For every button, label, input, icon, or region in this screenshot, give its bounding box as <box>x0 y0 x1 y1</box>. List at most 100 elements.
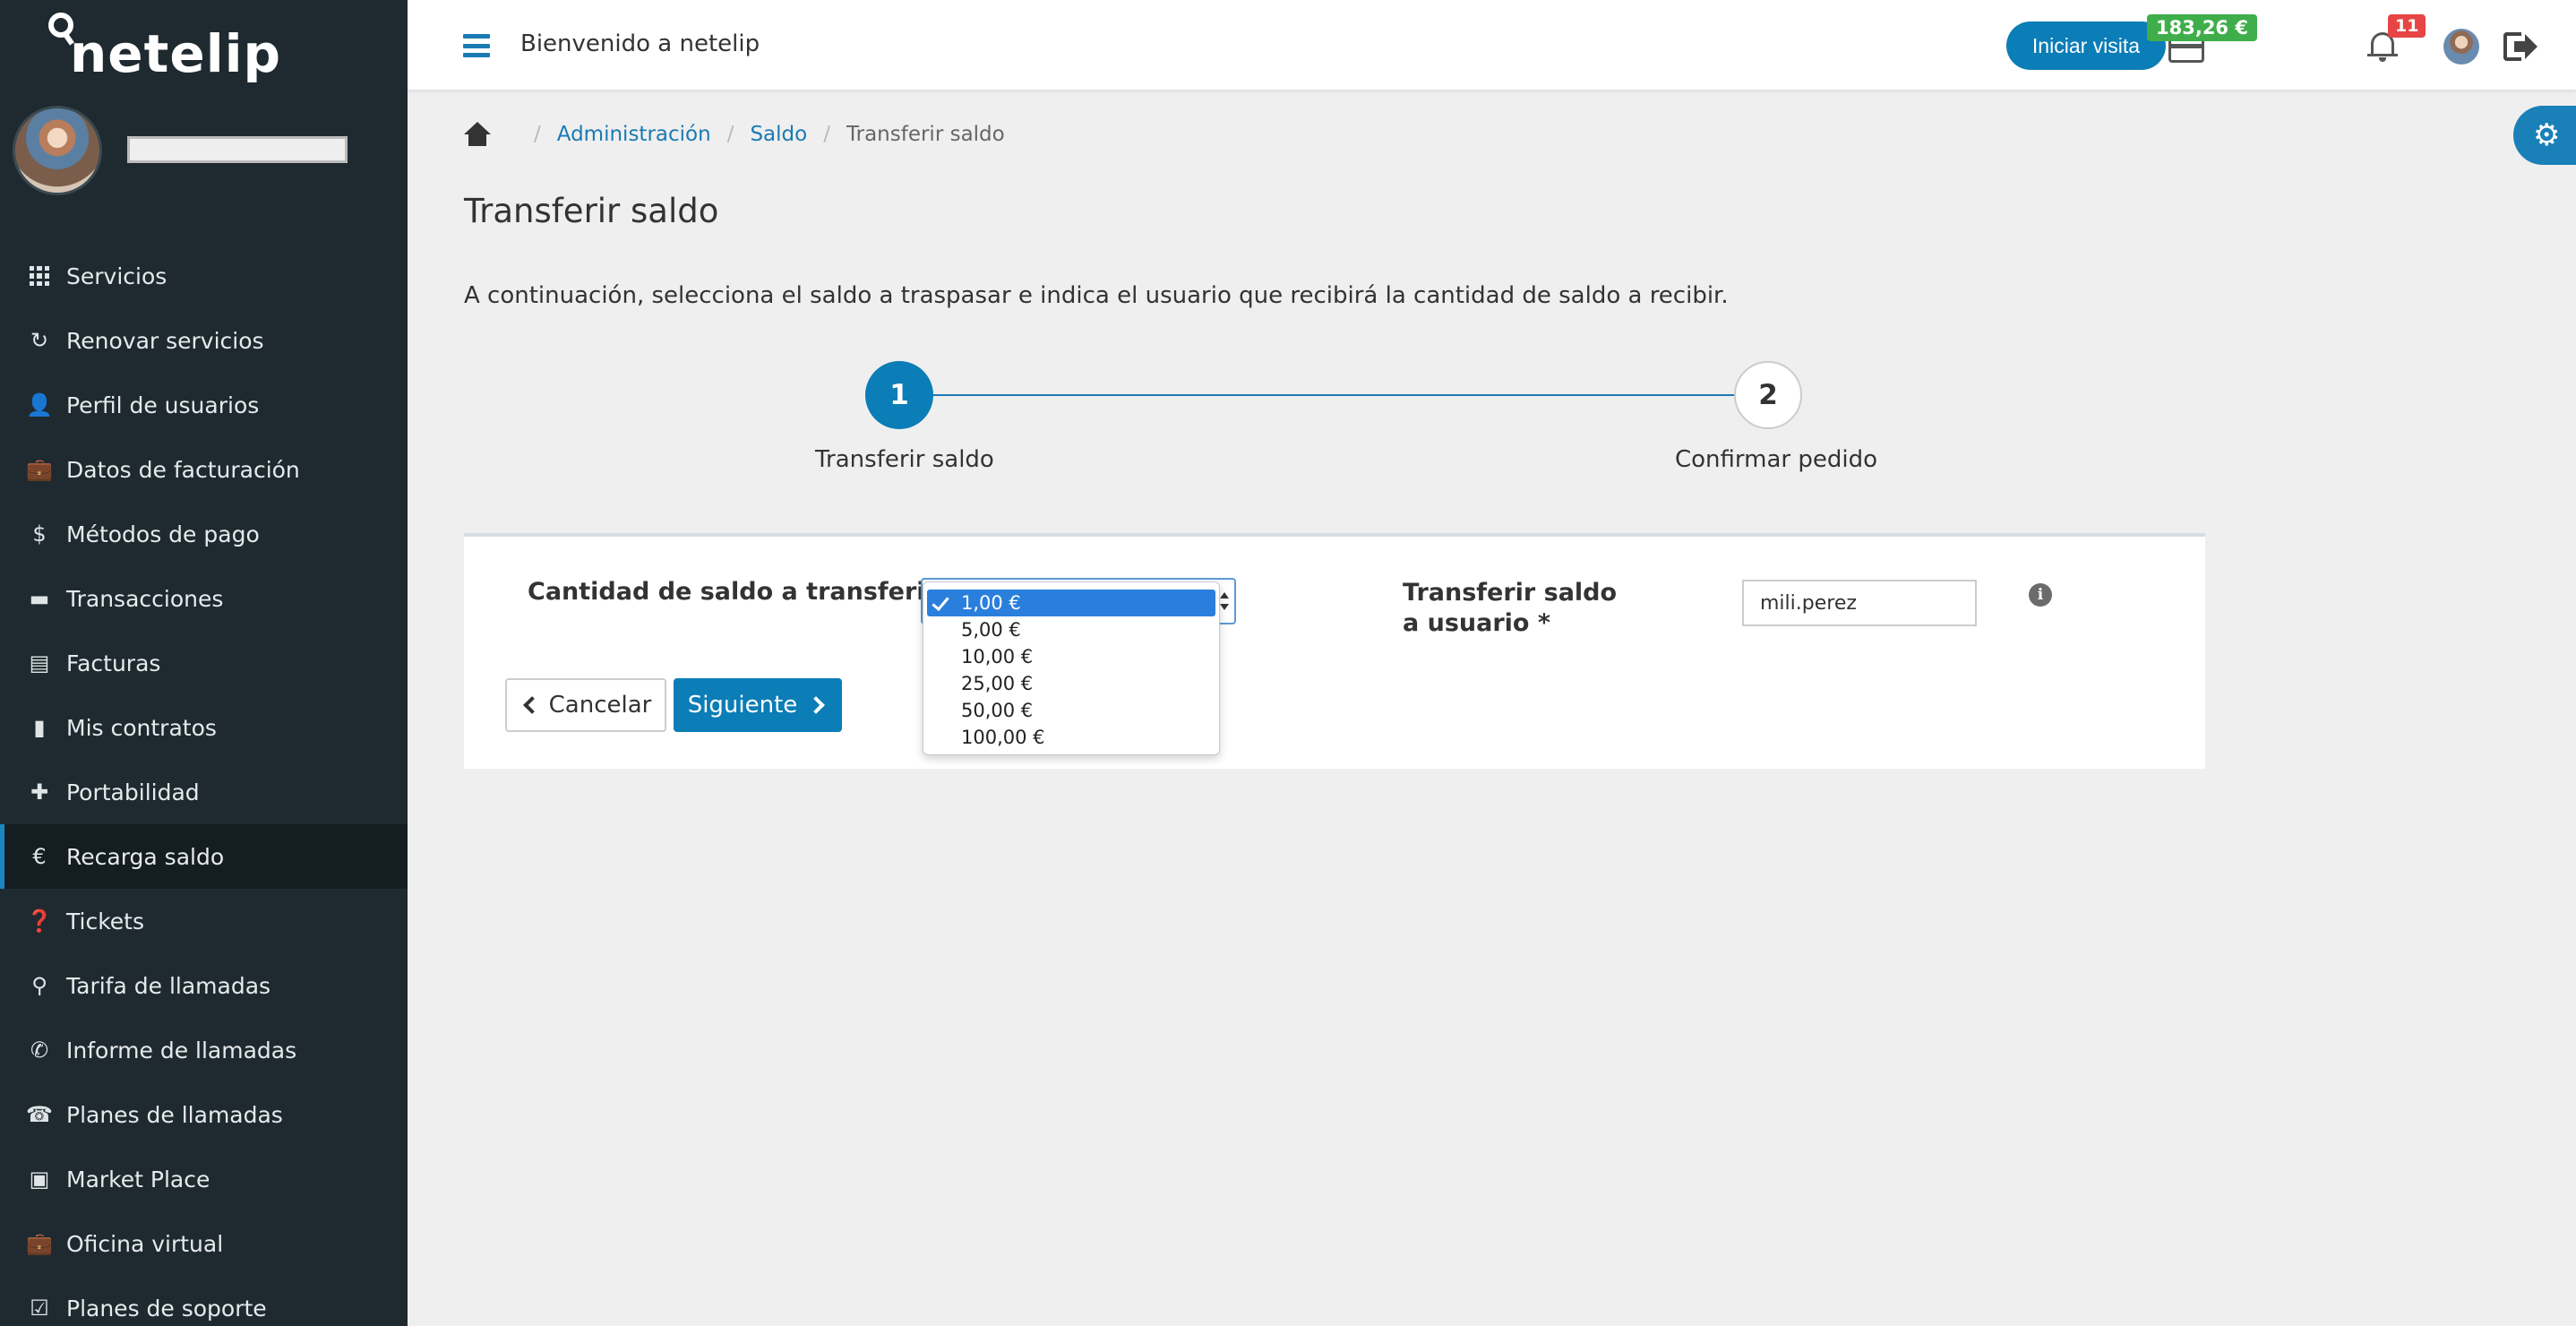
checkmark-icon <box>932 592 949 612</box>
profile-avatar[interactable] <box>2443 29 2479 65</box>
sidebar-item-planes-soporte[interactable]: ☑ Planes de soporte <box>0 1276 408 1326</box>
welcome-text: Bienvenido a netelip <box>520 30 760 57</box>
sidebar-item-datos-facturacion[interactable]: 💼 Datos de facturación <box>0 437 408 502</box>
sidebar: netelip Servicios ↻ Renovar servicios 👤 … <box>0 0 408 1326</box>
step-2-label: Confirmar pedido <box>1675 446 1878 473</box>
breadcrumb-current: Transferir saldo <box>846 123 1005 146</box>
notification-count-badge[interactable]: 11 <box>2388 14 2426 38</box>
dollar-icon: $ <box>32 521 47 547</box>
sidebar-item-label: Oficina virtual <box>66 1230 224 1257</box>
sidebar-item-servicios[interactable]: Servicios <box>0 244 408 308</box>
required-mark: * <box>1537 609 1551 637</box>
sidebar-item-oficina-virtual[interactable]: 💼 Oficina virtual <box>0 1211 408 1276</box>
sidebar-item-informe-llamadas[interactable]: ✆ Informe de llamadas <box>0 1018 408 1082</box>
desk-phone-icon: ☎ <box>26 1102 53 1127</box>
sidebar-item-tarifa-llamadas[interactable]: ⚲ Tarifa de llamadas <box>0 953 408 1018</box>
home-icon[interactable] <box>464 122 491 147</box>
username-redacted <box>127 136 348 163</box>
logout-icon[interactable] <box>2503 32 2537 61</box>
start-tour-button[interactable]: Iniciar visita <box>2006 22 2166 70</box>
sidebar-item-label: Planes de soporte <box>66 1295 267 1322</box>
sidebar-item-label: Perfil de usuarios <box>66 392 260 418</box>
intro-text: A continuación, selecciona el saldo a tr… <box>464 282 1729 309</box>
sidebar-item-planes-llamadas[interactable]: ☎ Planes de llamadas <box>0 1082 408 1147</box>
question-icon: ❓ <box>26 908 53 934</box>
breadcrumb: / Administración / Saldo / Transferir sa… <box>464 122 1005 147</box>
sidebar-item-label: Renovar servicios <box>66 327 264 354</box>
step-2-circle: 2 <box>1734 361 1802 429</box>
sidebar-item-renovar-servicios[interactable]: ↻ Renovar servicios <box>0 308 408 373</box>
transfer-form-panel: Cantidad de saldo a transferir 1,00 € 5,… <box>464 533 2205 769</box>
amount-option-label: 1,00 € <box>961 592 1021 614</box>
sidebar-item-label: Mis contratos <box>66 714 217 741</box>
sidebar-item-label: Servicios <box>66 263 167 289</box>
sidebar-item-label: Transacciones <box>66 585 224 612</box>
amount-option[interactable]: 100,00 € <box>923 724 1219 751</box>
settings-gear-icon[interactable]: ⚙ <box>2513 106 2576 165</box>
user-avatar[interactable] <box>13 106 102 195</box>
sidebar-item-perfil-usuarios[interactable]: 👤 Perfil de usuarios <box>0 373 408 437</box>
select-arrows-icon <box>1220 592 1229 610</box>
euro-icon: € <box>32 844 47 869</box>
file-icon: ▮ <box>33 715 46 740</box>
sidebar-item-label: Métodos de pago <box>66 521 260 547</box>
step-1-circle: 1 <box>865 361 933 429</box>
plus-icon: ✚ <box>30 779 49 805</box>
recipient-user-input[interactable] <box>1742 580 1977 626</box>
phone-icon: ✆ <box>30 1038 49 1063</box>
sidebar-nav: Servicios ↻ Renovar servicios 👤 Perfil d… <box>0 244 408 1326</box>
amount-label: Cantidad de saldo a transferir <box>528 578 937 606</box>
sidebar-item-transacciones[interactable]: ▬ Transacciones <box>0 566 408 631</box>
amount-option-selected[interactable]: 1,00 € <box>927 590 1215 616</box>
page-title: Transferir saldo <box>464 192 719 230</box>
top-bar: Bienvenido a netelip Iniciar visita 183,… <box>408 0 2576 90</box>
sidebar-item-tickets[interactable]: ❓ Tickets <box>0 889 408 953</box>
recipient-user-label-text: Transferir saldo a usuario <box>1403 579 1618 637</box>
sidebar-item-label: Recarga saldo <box>66 843 225 870</box>
sidebar-item-label: Tickets <box>66 908 144 934</box>
amount-option[interactable]: 10,00 € <box>923 643 1219 670</box>
market-icon: ▣ <box>29 1167 50 1192</box>
sidebar-item-label: Portabilidad <box>66 779 200 805</box>
sidebar-item-mis-contratos[interactable]: ▮ Mis contratos <box>0 695 408 760</box>
sidebar-item-label: Market Place <box>66 1166 210 1193</box>
sidebar-item-label: Tarifa de llamadas <box>66 972 271 999</box>
step-1-label: Transferir saldo <box>815 446 994 473</box>
amount-option[interactable]: 50,00 € <box>923 697 1219 724</box>
logo-text: netelip <box>70 23 281 84</box>
amount-option[interactable]: 25,00 € <box>923 670 1219 697</box>
stepper-line <box>899 394 1768 396</box>
sidebar-item-facturas[interactable]: ▤ Facturas <box>0 631 408 695</box>
sidebar-item-recarga-saldo[interactable]: € Recarga saldo <box>0 824 408 889</box>
sidebar-item-portabilidad[interactable]: ✚ Portabilidad <box>0 760 408 824</box>
sidebar-item-label: Planes de llamadas <box>66 1101 283 1128</box>
cancel-button[interactable]: Cancelar <box>505 678 666 732</box>
checkbox-icon: ☑ <box>30 1296 49 1321</box>
breadcrumb-saldo[interactable]: Saldo <box>750 123 807 146</box>
menu-toggle-icon[interactable] <box>463 34 490 57</box>
breadcrumb-separator: / <box>534 123 541 146</box>
grid-icon <box>27 263 52 288</box>
chevron-left-icon <box>522 696 541 714</box>
sidebar-item-metodos-pago[interactable]: $ Métodos de pago <box>0 502 408 566</box>
breadcrumb-separator: / <box>726 123 734 146</box>
chevron-right-icon <box>807 696 826 714</box>
amount-option[interactable]: 5,00 € <box>923 616 1219 643</box>
sidebar-item-label: Informe de llamadas <box>66 1037 297 1063</box>
credit-card-icon: ▬ <box>29 586 50 611</box>
info-icon[interactable]: i <box>2029 583 2052 607</box>
search-icon: ⚲ <box>31 973 47 998</box>
invoice-icon: ▤ <box>29 650 50 676</box>
breadcrumb-administracion[interactable]: Administración <box>557 123 711 146</box>
breadcrumb-separator: / <box>823 123 830 146</box>
recipient-user-label: Transferir saldo a usuario * <box>1403 578 1636 639</box>
sidebar-item-label: Facturas <box>66 650 161 676</box>
refresh-icon: ↻ <box>30 328 49 353</box>
next-button[interactable]: Siguiente <box>674 678 842 732</box>
amount-dropdown: 1,00 € 5,00 € 10,00 € 25,00 € 50,00 € 10… <box>923 581 1220 755</box>
balance-badge[interactable]: 183,26 € <box>2147 14 2257 41</box>
briefcase-icon: 💼 <box>26 457 53 482</box>
briefcase-icon: 💼 <box>26 1231 53 1256</box>
user-icon: 👤 <box>26 392 53 418</box>
sidebar-item-market-place[interactable]: ▣ Market Place <box>0 1147 408 1211</box>
